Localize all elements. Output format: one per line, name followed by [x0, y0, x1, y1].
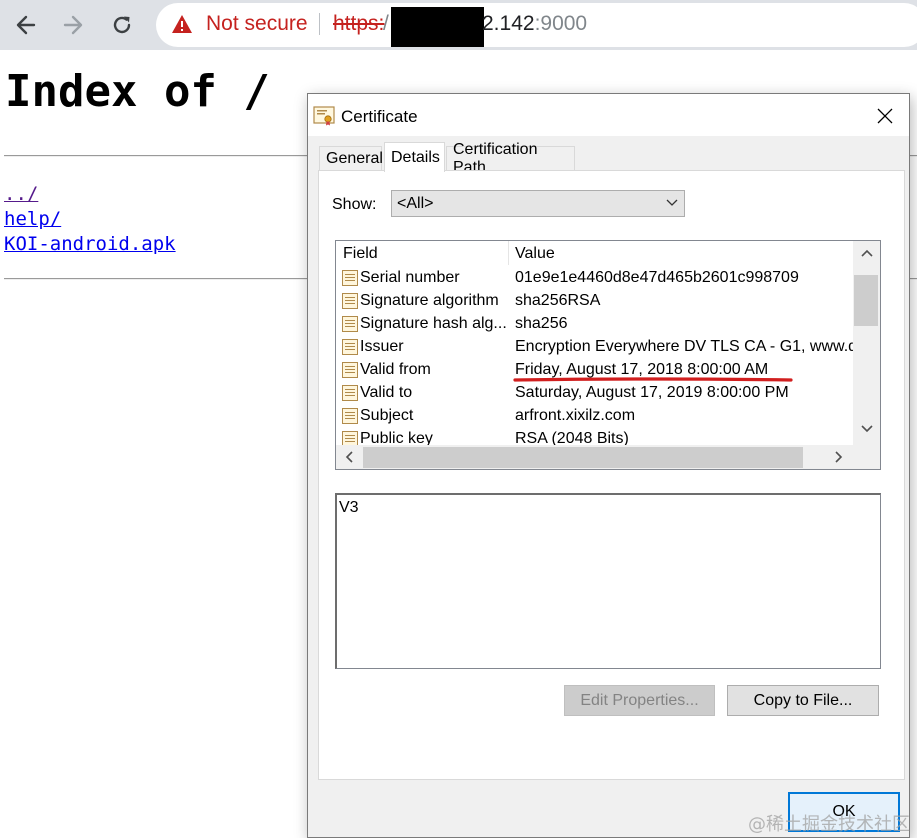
- column-header-value[interactable]: Value: [515, 245, 555, 263]
- table-row[interactable]: Issuer Encryption Everywhere DV TLS CA -…: [336, 336, 855, 359]
- close-button[interactable]: [863, 98, 907, 134]
- omnibox-divider: [319, 13, 320, 35]
- row-value: Encryption Everywhere DV TLS CA - G1, ww…: [515, 338, 855, 355]
- row-value: sha256RSA: [515, 292, 601, 309]
- page-title: Index of /: [5, 66, 270, 117]
- row-field: Subject: [360, 407, 414, 424]
- chevron-up-icon: [860, 249, 873, 257]
- column-divider[interactable]: [508, 241, 509, 265]
- field-icon: [342, 362, 358, 378]
- row-field: Serial number: [360, 269, 460, 286]
- tab-details[interactable]: Details: [384, 142, 445, 172]
- chevron-left-icon: [345, 451, 353, 463]
- field-detail-box[interactable]: V3: [335, 493, 881, 669]
- column-header-field[interactable]: Field: [343, 245, 378, 263]
- browser-toolbar: Not secure https: / 2.142:9000: [0, 0, 917, 50]
- url-host: 2.142:9000: [482, 12, 587, 36]
- tab-general[interactable]: General: [319, 146, 383, 171]
- row-field: Signature algorithm: [360, 292, 499, 309]
- chevron-down-icon: [860, 425, 873, 433]
- show-label: Show:: [332, 196, 377, 213]
- field-icon: [342, 339, 358, 355]
- warning-triangle-icon: [172, 15, 192, 33]
- show-dropdown[interactable]: <All>: [391, 190, 685, 217]
- show-dropdown-value: <All>: [397, 195, 434, 212]
- scroll-right-button[interactable]: [826, 445, 852, 469]
- list-header: Field Value: [336, 241, 853, 265]
- table-row[interactable]: Signature algorithm sha256RSA: [336, 290, 853, 313]
- url-slash: /: [383, 12, 389, 35]
- arrow-right-icon: [63, 15, 83, 35]
- edit-properties-button[interactable]: Edit Properties...: [564, 685, 715, 716]
- arrow-left-icon: [16, 15, 36, 35]
- link-apk-file[interactable]: KOI-android.apk: [4, 233, 176, 255]
- copy-to-file-button[interactable]: Copy to File...: [727, 685, 879, 716]
- url-redaction-box: [391, 7, 484, 47]
- scroll-up-button[interactable]: [853, 241, 880, 265]
- red-annotation-underline: [513, 377, 793, 382]
- certificate-dialog: Certificate General Details Certificatio…: [307, 93, 910, 838]
- close-icon: [877, 108, 893, 124]
- scroll-left-button[interactable]: [336, 445, 362, 469]
- certificate-icon: [313, 106, 335, 126]
- table-row[interactable]: Valid to Saturday, August 17, 2019 8:00:…: [336, 382, 853, 405]
- field-icon: [342, 270, 358, 286]
- field-icon: [342, 385, 358, 401]
- row-field: Valid from: [360, 361, 431, 378]
- chevron-down-icon: [666, 199, 678, 206]
- security-status-label[interactable]: Not secure: [206, 12, 308, 36]
- reload-icon: [113, 16, 131, 34]
- link-parent-directory[interactable]: ../: [4, 183, 38, 205]
- table-row[interactable]: Serial number 01e9e1e4460d8e47d465b2601c…: [336, 267, 853, 290]
- url-scheme: https:: [333, 12, 385, 35]
- row-field: Valid to: [360, 384, 413, 401]
- vertical-scrollbar[interactable]: [853, 241, 880, 445]
- url-port: :9000: [534, 12, 588, 35]
- horizontal-scrollbar[interactable]: [336, 445, 853, 469]
- row-value: arfront.xixilz.com: [515, 407, 636, 424]
- row-value: sha256: [515, 315, 568, 332]
- back-button[interactable]: [10, 9, 42, 41]
- scrollbar-corner: [853, 445, 880, 469]
- table-row[interactable]: Signature hash alg... sha256: [336, 313, 853, 336]
- link-help-directory[interactable]: help/: [4, 208, 61, 230]
- vertical-scroll-thumb[interactable]: [854, 275, 878, 326]
- field-icon: [342, 316, 358, 332]
- dialog-titlebar[interactable]: Certificate: [308, 94, 909, 136]
- reload-button[interactable]: [106, 9, 138, 41]
- forward-button[interactable]: [57, 9, 89, 41]
- url-host-text: 2.142: [482, 12, 535, 35]
- field-icon: [342, 408, 358, 424]
- certificate-fields-list[interactable]: Field Value Serial number 01e9e1e4460d8e…: [335, 240, 881, 470]
- field-icon: [342, 293, 358, 309]
- row-value: Saturday, August 17, 2019 8:00:00 PM: [515, 384, 789, 401]
- row-field: Signature hash alg...: [360, 315, 507, 332]
- dialog-title: Certificate: [341, 107, 418, 126]
- row-value: 01e9e1e4460d8e47d465b2601c998709: [515, 269, 799, 286]
- row-field: Issuer: [360, 338, 404, 355]
- chevron-right-icon: [835, 451, 843, 463]
- watermark: @稀土掘金技术社区: [748, 814, 910, 835]
- field-detail-text: V3: [339, 499, 359, 516]
- tab-certification-path[interactable]: Certification Path: [446, 141, 575, 176]
- horizontal-scroll-thumb[interactable]: [363, 447, 803, 468]
- table-row[interactable]: Subject arfront.xixilz.com: [336, 405, 853, 428]
- scroll-down-button[interactable]: [853, 417, 880, 441]
